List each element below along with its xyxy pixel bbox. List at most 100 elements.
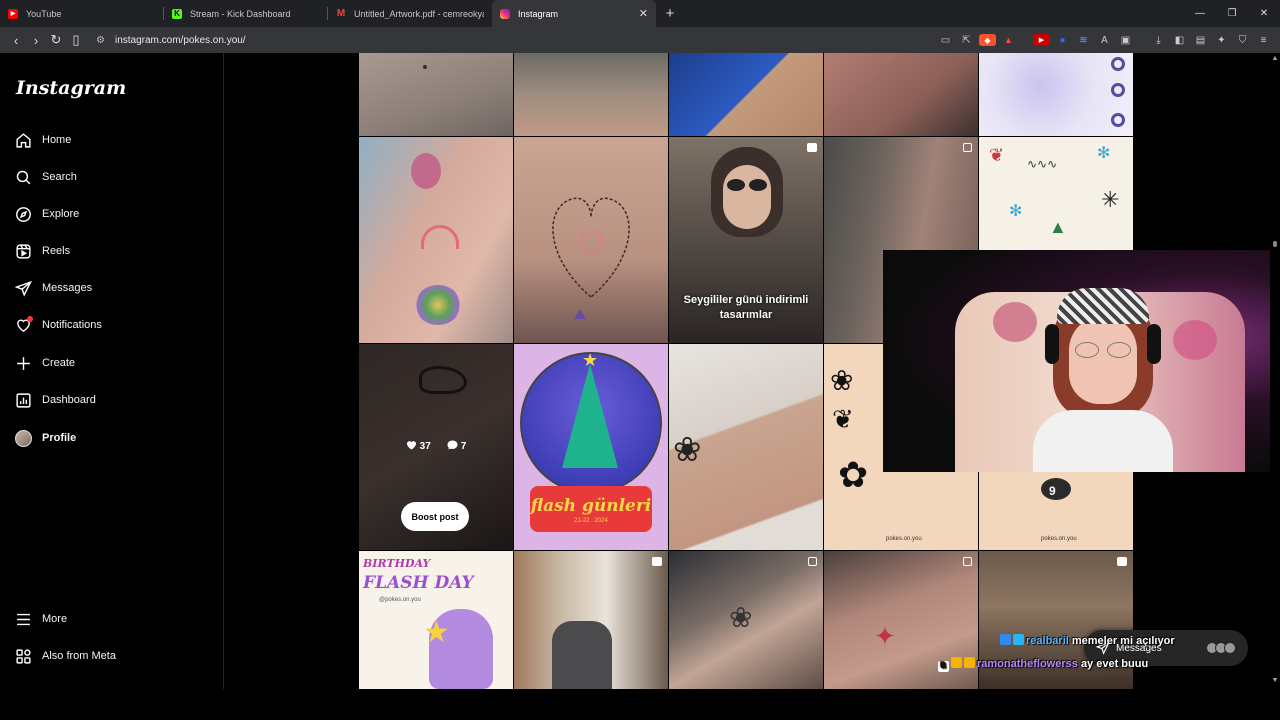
tab-youtube[interactable]: ▶ YouTube xyxy=(0,0,164,27)
extension-blue-icon[interactable]: ● xyxy=(1054,34,1071,46)
extension-red-icon[interactable]: ▶ xyxy=(1033,34,1050,46)
sidebar-item-label: Reels xyxy=(42,245,71,257)
dashboard-icon xyxy=(14,391,32,409)
post-handle-a: pokes.on.you xyxy=(886,536,922,542)
sidebar-item-dashboard[interactable]: Dashboard xyxy=(14,385,210,415)
sidebar-item-reels[interactable]: Reels xyxy=(14,236,210,266)
sidebar-item-search[interactable]: Search xyxy=(14,162,210,192)
sidebar-item-label: Explore xyxy=(42,208,80,220)
post-tile[interactable] xyxy=(514,551,668,689)
close-window-icon[interactable]: ✕ xyxy=(1248,8,1280,19)
message-avatars xyxy=(1206,642,1236,654)
sidebar-item-label: Messages xyxy=(42,282,93,294)
extension-translate-icon[interactable]: A xyxy=(1096,34,1113,46)
extension-wave-icon[interactable]: ≋ xyxy=(1075,34,1092,46)
minimize-icon[interactable]: — xyxy=(1184,8,1216,19)
bookmark-icon[interactable]: ▯ xyxy=(66,32,86,48)
comment-filled-icon xyxy=(447,440,458,450)
scroll-thumb[interactable] xyxy=(1273,241,1277,247)
sidebar-item-label: More xyxy=(42,613,68,625)
instagram-logo[interactable]: Instagram xyxy=(16,77,126,99)
sidebar-item-label: Create xyxy=(42,357,76,369)
sidebar-item-more[interactable]: More xyxy=(14,604,210,634)
compass-icon xyxy=(14,205,32,223)
comments-value: 7 xyxy=(460,441,467,452)
cast-icon[interactable]: ▭ xyxy=(937,34,954,46)
chat-badge-icon xyxy=(951,657,962,668)
heart-filled-icon xyxy=(406,441,416,450)
tab-label: Stream - Kick Dashboard xyxy=(190,8,291,19)
wallet-icon[interactable]: ▤ xyxy=(1192,34,1209,46)
restore-icon[interactable]: ❐ xyxy=(1216,8,1248,19)
sidebar-item-label: Dashboard xyxy=(42,394,96,406)
post-tile[interactable]: BIRTHDAY FLASH DAY @pokes.on.you ★ xyxy=(359,551,513,689)
carousel-indicator-icon xyxy=(808,557,817,566)
post-tile[interactable] xyxy=(359,137,513,343)
sidebar-item-messages[interactable]: Messages xyxy=(14,273,210,303)
post-tile[interactable] xyxy=(359,53,513,136)
post-tile[interactable]: Seygililer günü indirimli tasarımlar xyxy=(669,137,823,343)
comments-count: 7 xyxy=(447,440,467,452)
sidebar-item-also-from-meta[interactable]: Also from Meta xyxy=(14,641,210,671)
menu-icon[interactable]: ≡ xyxy=(1255,34,1272,46)
scroll-up-icon[interactable]: ▲ xyxy=(1270,55,1280,62)
back-icon[interactable]: ‹ xyxy=(6,33,26,48)
bottom-strip xyxy=(0,689,1280,720)
tab-kick-dashboard[interactable]: K Stream - Kick Dashboard xyxy=(164,0,328,27)
page-scrollbar[interactable]: ▲ ▼ xyxy=(1270,53,1280,689)
post-artwork-handle: @pokes.on.you xyxy=(379,597,421,603)
post-tile[interactable] xyxy=(979,53,1133,136)
sidebar-item-create[interactable]: Create xyxy=(14,348,210,378)
tab-label: YouTube xyxy=(26,8,62,19)
site-info-icon[interactable]: ⚙ xyxy=(96,35,105,46)
chat-text: ay evet buuu xyxy=(1080,658,1149,670)
post-tile[interactable] xyxy=(669,53,823,136)
scroll-down-icon[interactable]: ▼ xyxy=(1270,677,1280,684)
chat-text: memeler mi açılıyor xyxy=(1071,635,1175,647)
chat-username: ramonatheflowerss xyxy=(977,658,1078,670)
reels-icon xyxy=(14,242,32,260)
avatar xyxy=(14,429,32,447)
likes-value: 37 xyxy=(419,441,431,452)
download-icon[interactable]: ⤓ xyxy=(1150,34,1167,46)
chat-badge-icon xyxy=(1013,634,1024,645)
webcam-overlay xyxy=(883,250,1280,472)
extension-screen-icon[interactable]: ▣ xyxy=(1117,34,1134,46)
sidebar-item-home[interactable]: Home xyxy=(14,125,210,155)
close-tab-icon[interactable]: ✕ xyxy=(639,7,648,20)
post-tile[interactable]: ★ flash günleri 21-22 . 2024 xyxy=(514,344,668,550)
reload-icon[interactable]: ↻ xyxy=(46,32,66,48)
sidebar-item-label: Search xyxy=(42,171,77,183)
brave-rewards-icon[interactable]: ▲ xyxy=(1000,34,1017,46)
tab-instagram[interactable]: Instagram ✕ xyxy=(492,0,656,27)
sidebar-item-notifications[interactable]: Notifications xyxy=(14,310,210,340)
post-tile[interactable] xyxy=(824,53,978,136)
forward-icon[interactable]: › xyxy=(26,33,46,48)
window-controls: — ❐ ✕ xyxy=(1184,8,1280,19)
new-tab-button[interactable]: + xyxy=(656,5,684,22)
share-icon[interactable]: ⇱ xyxy=(958,34,975,46)
post-tile[interactable] xyxy=(514,53,668,136)
heart-icon xyxy=(14,316,33,334)
sidebar-item-profile[interactable]: Profile xyxy=(14,423,210,453)
leo-icon[interactable]: ✦ xyxy=(1213,34,1230,46)
vpn-icon[interactable]: ⛉ xyxy=(1234,34,1251,46)
tab-gmail[interactable]: M Untitled_Artwork.pdf - cemreokyay@ xyxy=(328,0,492,27)
carousel-indicator-icon xyxy=(963,557,972,566)
post-tile[interactable]: ❀ xyxy=(669,551,823,689)
sidebar-item-label: Home xyxy=(42,134,72,146)
post-artwork-subtitle: FLASH DAY xyxy=(363,573,474,593)
heart-tattoo-drawing xyxy=(552,197,630,319)
post-tile[interactable]: ❀ xyxy=(669,344,823,550)
post-tile[interactable] xyxy=(514,137,668,343)
brave-shield-icon[interactable]: ◆ xyxy=(979,34,996,46)
post-artwork-date: 21-22 . 2024 xyxy=(574,518,608,524)
meta-apps-icon xyxy=(14,647,32,665)
boost-post-button[interactable]: Boost post xyxy=(401,502,469,531)
post-tile-hovered[interactable]: 37 7 Boost post xyxy=(359,344,513,550)
sidebar-item-explore[interactable]: Explore xyxy=(14,199,210,229)
sidebar-toggle-icon[interactable]: ◧ xyxy=(1171,34,1188,46)
likes-count: 37 xyxy=(406,440,431,452)
kick-icon: K xyxy=(172,8,182,19)
url-field[interactable]: ⚙ instagram.com/pokes.on.you/ xyxy=(96,35,246,46)
